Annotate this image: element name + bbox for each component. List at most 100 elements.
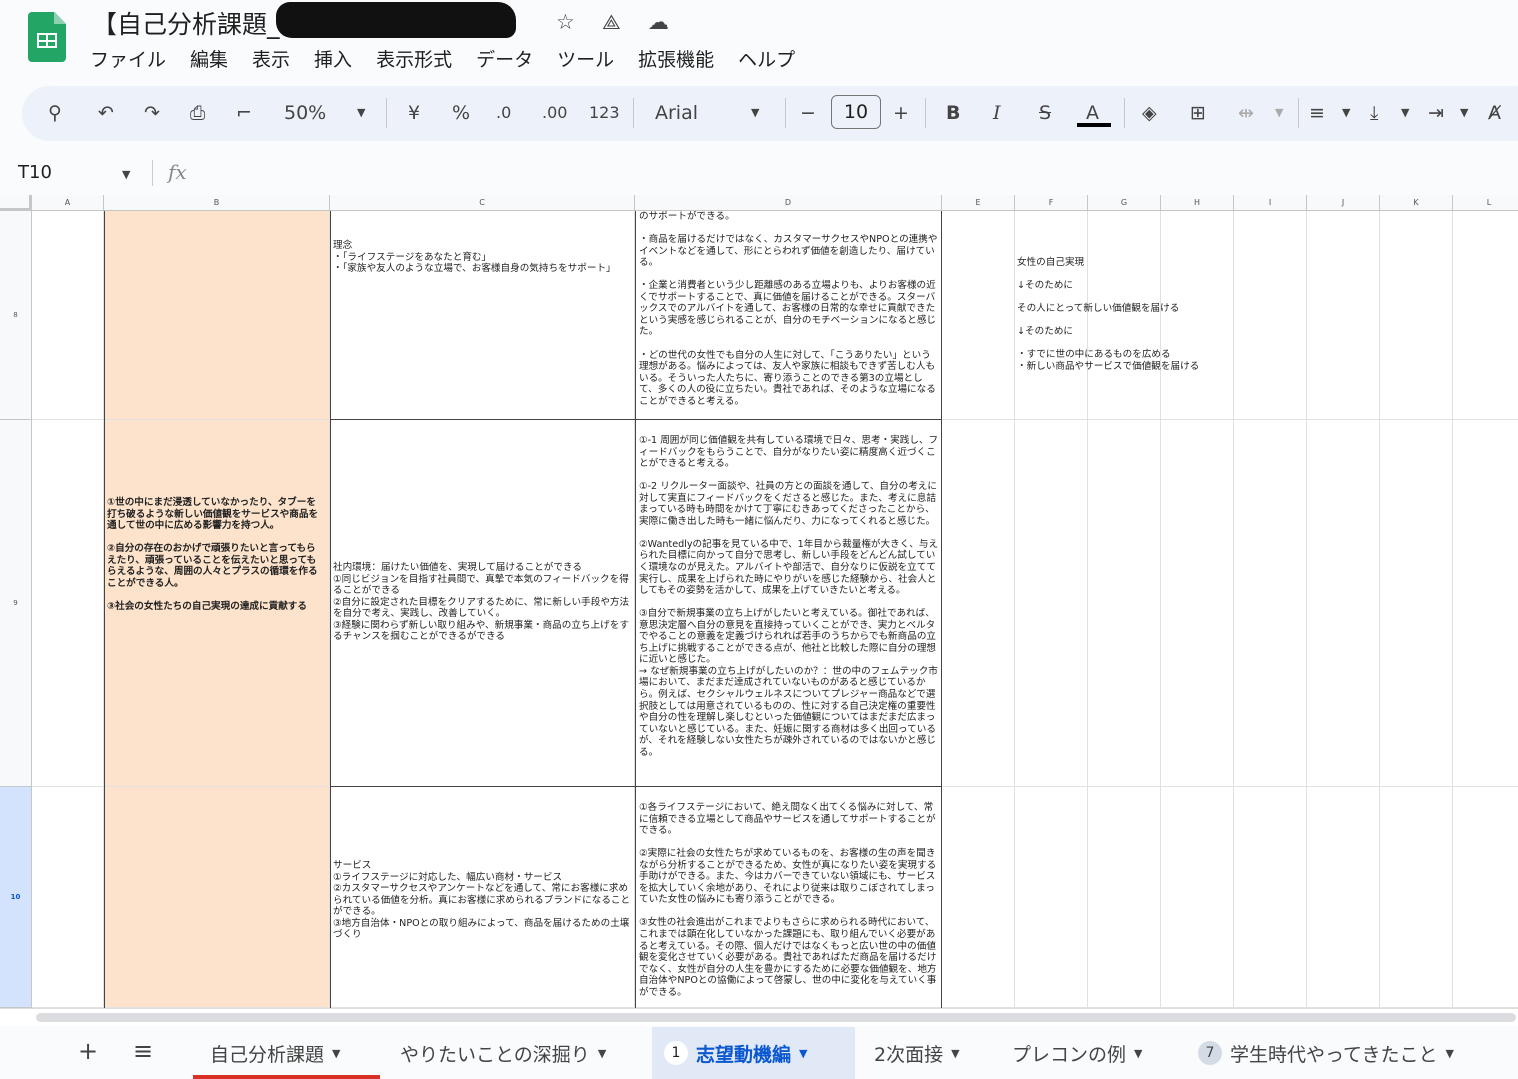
fill-color-icon[interactable]: ◈ bbox=[1142, 100, 1157, 126]
scrollbar-thumb[interactable] bbox=[36, 1013, 1516, 1022]
divider bbox=[925, 98, 926, 128]
tab-precon-example[interactable]: プレコンの例 ▼ bbox=[1000, 1027, 1154, 1079]
chevron-down-icon[interactable]: ▼ bbox=[1342, 100, 1350, 126]
row-header-10[interactable]: 10 bbox=[0, 787, 32, 1008]
text-wrap-icon[interactable]: ⇥ bbox=[1428, 100, 1444, 126]
select-all-corner[interactable] bbox=[0, 195, 32, 211]
chevron-down-icon[interactable]: ▼ bbox=[598, 1047, 606, 1060]
tab-label: 志望動機編 bbox=[696, 1043, 792, 1066]
print-icon[interactable]: ⎙ bbox=[190, 100, 205, 126]
zoom-select[interactable]: 50% bbox=[284, 100, 326, 126]
cloud-saved-icon[interactable]: ☁ bbox=[648, 10, 669, 34]
cell-D10[interactable]: ①各ライフステージにおいて、絶え間なく出てくる悩みに対して、常に信頼できる立場と… bbox=[639, 802, 939, 998]
increase-font-size-button[interactable]: + bbox=[893, 100, 909, 126]
column-header-H[interactable]: H bbox=[1161, 195, 1234, 211]
redacted-title-part bbox=[276, 2, 516, 38]
star-icon[interactable]: ☆ bbox=[556, 10, 575, 34]
chevron-down-icon[interactable]: ▼ bbox=[751, 100, 759, 126]
chevron-down-icon[interactable]: ▼ bbox=[357, 100, 365, 126]
decrease-decimal-button[interactable]: .0 bbox=[496, 100, 511, 126]
column-header-G[interactable]: G bbox=[1088, 195, 1161, 211]
column-header-J[interactable]: J bbox=[1307, 195, 1380, 211]
menu-extensions[interactable]: 拡張機能 bbox=[638, 45, 714, 72]
tab-student-activities[interactable]: 7 学生時代やってきたこと ▼ bbox=[1186, 1027, 1466, 1079]
column-header-A[interactable]: A bbox=[32, 195, 104, 211]
menu-insert[interactable]: 挿入 bbox=[314, 45, 352, 72]
cell-C10[interactable]: サービス ①ライフステージに対応した、幅広い商材・サービス ②カスタマーサクセス… bbox=[333, 860, 631, 941]
align-left-icon[interactable]: ≡ bbox=[1309, 100, 1325, 126]
redo-icon[interactable]: ↷ bbox=[144, 100, 160, 126]
chevron-down-icon[interactable]: ▼ bbox=[1445, 1047, 1453, 1060]
cell-C8[interactable]: 理念 ・「ライフステージをあなたと育む」 ・「家族や友人のような立場で、お客様自… bbox=[333, 240, 631, 275]
row-header-9[interactable]: 9 bbox=[0, 420, 32, 787]
menu-data[interactable]: データ bbox=[476, 45, 533, 72]
paint-format-icon[interactable]: ⌐ bbox=[236, 100, 252, 126]
tab-second-interview[interactable]: 2次面接 ▼ bbox=[862, 1027, 972, 1079]
chevron-down-icon[interactable]: ▼ bbox=[122, 168, 130, 181]
tab-color-indicator bbox=[193, 1075, 380, 1079]
cell-C9[interactable]: 社内環境：届けたい価値を、実現して届けることができる ①同じビジョンを目指す社員… bbox=[333, 562, 631, 643]
formula-input[interactable] bbox=[200, 158, 1510, 188]
column-header-B[interactable]: B bbox=[104, 195, 330, 211]
cell-B8[interactable]: ①世の中にまだ浸透していなかったり、タブーを打ち破るような新しい価値観をサービス… bbox=[107, 497, 325, 612]
cell-border bbox=[330, 786, 942, 787]
tab-deep-dive[interactable]: やりたいことの深掘り ▼ bbox=[388, 1027, 618, 1079]
font-select[interactable]: Arial bbox=[655, 100, 698, 126]
column-header-K[interactable]: K bbox=[1380, 195, 1453, 211]
tab-label: 自己分析課題 bbox=[210, 1043, 325, 1066]
chevron-down-icon[interactable]: ▼ bbox=[1275, 100, 1283, 126]
number-format-button[interactable]: 123 bbox=[589, 100, 620, 126]
undo-icon[interactable]: ↶ bbox=[98, 100, 114, 126]
tab-motivation[interactable]: 1 志望動機編 ▼ bbox=[652, 1027, 855, 1079]
increase-decimal-button[interactable]: .00 bbox=[542, 100, 567, 126]
row-header-8[interactable]: 8 bbox=[0, 211, 32, 420]
menu-view[interactable]: 表示 bbox=[252, 45, 290, 72]
font-size-input[interactable]: 10 bbox=[831, 95, 881, 129]
spreadsheet-grid[interactable]: A B C D E F G H I J K L 8 9 10 ①世の中にまだ浸透していなかったり、タブーを打… bbox=[0, 195, 1518, 1008]
currency-button[interactable]: ¥ bbox=[408, 100, 420, 126]
cell-F8[interactable]: 女性の自己実現 ↓そのために その人にとって新しい価値観を届ける ↓そのために … bbox=[1017, 257, 1229, 372]
column-header-I[interactable]: I bbox=[1234, 195, 1307, 211]
cell-D9[interactable]: ①-1 周囲が同じ価値観を共有している環境で日々、思考・実践し、フィードバックを… bbox=[639, 435, 939, 758]
cell-border bbox=[941, 211, 942, 1008]
menu-format[interactable]: 表示形式 bbox=[376, 45, 452, 72]
decrease-font-size-button[interactable]: − bbox=[800, 100, 816, 126]
percent-button[interactable]: % bbox=[452, 100, 470, 126]
column-header-E[interactable]: E bbox=[942, 195, 1015, 211]
cell-D8[interactable]: のサポートができる。 ・商品を届けるだけではなく、カスタマーサクセスやNPOとの… bbox=[639, 211, 939, 407]
all-sheets-button[interactable]: ≡ bbox=[133, 1037, 153, 1065]
add-sheet-button[interactable]: + bbox=[78, 1037, 98, 1065]
chevron-down-icon[interactable]: ▼ bbox=[799, 1047, 807, 1060]
menu-edit[interactable]: 編集 bbox=[190, 45, 228, 72]
cell-border bbox=[104, 211, 105, 1008]
chevron-down-icon[interactable]: ▼ bbox=[1134, 1047, 1142, 1060]
menu-file[interactable]: ファイル bbox=[90, 45, 166, 72]
tab-self-analysis[interactable]: 自己分析課題 ▼ bbox=[198, 1027, 352, 1079]
divider bbox=[633, 98, 634, 128]
search-icon[interactable]: ⚲ bbox=[48, 100, 62, 126]
column-header-F[interactable]: F bbox=[1015, 195, 1088, 211]
column-header-D[interactable]: D bbox=[635, 195, 942, 211]
strikethrough-button[interactable]: S bbox=[1039, 100, 1051, 126]
name-box[interactable]: T10 bbox=[18, 162, 52, 183]
italic-button[interactable]: I bbox=[993, 100, 1001, 126]
chevron-down-icon[interactable]: ▼ bbox=[1401, 100, 1409, 126]
move-to-drive-icon[interactable]: ⟁ bbox=[602, 10, 621, 35]
merge-cells-icon[interactable]: ⇹ bbox=[1238, 100, 1254, 126]
bold-button[interactable]: B bbox=[946, 100, 960, 126]
tab-label: やりたいことの深掘り bbox=[400, 1043, 590, 1066]
horizontal-scrollbar[interactable] bbox=[0, 1008, 1518, 1026]
chevron-down-icon[interactable]: ▼ bbox=[951, 1047, 959, 1060]
column-header-C[interactable]: C bbox=[330, 195, 635, 211]
borders-icon[interactable]: ⊞ bbox=[1190, 100, 1206, 126]
divider bbox=[785, 98, 786, 128]
menu-help[interactable]: ヘルプ bbox=[738, 45, 795, 72]
text-rotation-icon[interactable]: Ⱥ bbox=[1488, 100, 1501, 126]
column-header-L[interactable]: L bbox=[1453, 195, 1518, 211]
sheets-logo[interactable] bbox=[28, 12, 66, 62]
doc-title[interactable]: 【自己分析課題_ bbox=[92, 5, 280, 41]
chevron-down-icon[interactable]: ▼ bbox=[1460, 100, 1468, 126]
menu-tools[interactable]: ツール bbox=[557, 45, 614, 72]
vertical-align-icon[interactable]: ⤓ bbox=[1370, 100, 1378, 126]
chevron-down-icon[interactable]: ▼ bbox=[332, 1047, 340, 1060]
